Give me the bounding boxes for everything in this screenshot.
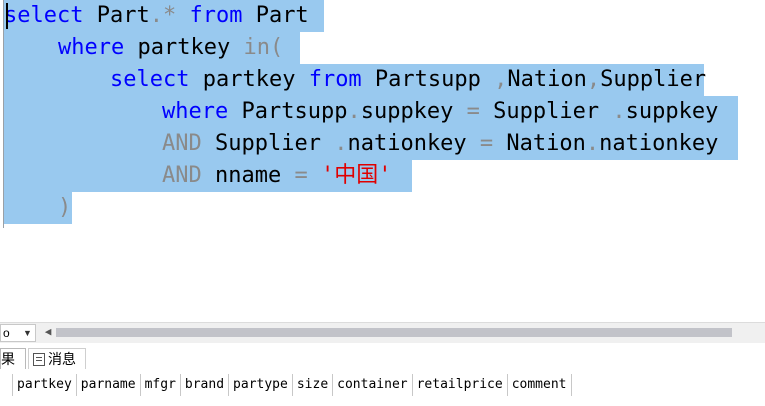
code-token: suppkey <box>625 99 719 124</box>
column-header-parname[interactable]: parname <box>77 374 141 396</box>
code-line-7[interactable]: ) <box>4 192 72 224</box>
code-token: select <box>110 67 190 92</box>
code-token: Nation <box>507 67 587 92</box>
grid-header-row: partkey parname mfgr brand partype size contai… <box>0 374 572 398</box>
results-tabs: 果 消息 <box>0 346 765 370</box>
code-token: = <box>453 99 480 124</box>
column-header-partype[interactable]: partype <box>229 374 293 396</box>
code-token: . <box>347 99 361 124</box>
message-icon <box>33 353 45 366</box>
code-token: AND <box>162 163 202 188</box>
code-line-2[interactable]: where partkey in( <box>4 32 300 64</box>
row-header-corner[interactable] <box>0 374 13 396</box>
code-token: nationkey <box>347 131 467 156</box>
code-token: in( <box>230 35 284 60</box>
code-token: = <box>281 163 308 188</box>
code-token: , <box>480 67 508 92</box>
code-line-1[interactable]: select Part.* from Part <box>4 0 324 32</box>
code-line-3[interactable]: select partkey from Partsupp ,Nation,Sup… <box>4 64 707 96</box>
column-header-container[interactable]: container <box>333 374 413 396</box>
code-token: partkey <box>189 67 296 92</box>
code-token: Part <box>242 3 309 28</box>
column-header-retailprice[interactable]: retailprice <box>413 374 508 396</box>
code-token: Supplier <box>600 67 707 92</box>
chevron-down-icon[interactable]: ▼ <box>23 325 32 341</box>
code-token: Partsupp <box>228 99 348 124</box>
code-token: . <box>585 131 600 156</box>
code-token: from <box>295 67 362 92</box>
code-line-5[interactable]: AND Supplier .nationkey = Nation.nationk… <box>4 128 738 160</box>
code-token: where <box>162 99 229 124</box>
tab-results[interactable]: 果 <box>0 348 26 369</box>
code-token: .* <box>149 3 177 28</box>
horizontal-scrollbar-thumb[interactable] <box>56 328 732 337</box>
code-token: nname <box>201 163 282 188</box>
tab-results-label: 果 <box>1 351 15 367</box>
column-header-size[interactable]: size <box>293 374 334 396</box>
text-caret <box>6 3 8 29</box>
tab-messages-label: 消息 <box>48 351 76 367</box>
column-header-mfgr[interactable]: mfgr <box>141 374 181 396</box>
code-token: Supplier <box>479 99 600 124</box>
code-token: select <box>4 3 84 28</box>
code-token: . <box>599 99 626 124</box>
code-token: where <box>58 35 125 60</box>
code-token: Nation <box>493 131 586 156</box>
sql-editor[interactable]: select Part.* from Part where partkey in… <box>0 0 765 320</box>
results-grid[interactable]: partkey parname mfgr brand partype size contai… <box>0 372 765 406</box>
code-token: Partsupp <box>361 67 481 92</box>
code-token: Supplier <box>201 131 321 156</box>
code-token: . <box>320 131 348 156</box>
code-token: = <box>466 131 494 156</box>
editor-status-row: o ▼ ◀ <box>0 322 765 343</box>
code-token: suppkey <box>360 99 454 124</box>
code-line-4[interactable]: where Partsupp.suppkey = Supplier .suppk… <box>4 96 738 128</box>
code-token: Part <box>83 3 150 28</box>
column-header-comment[interactable]: comment <box>508 374 572 396</box>
code-token: '中国' <box>307 163 392 188</box>
column-header-brand[interactable]: brand <box>181 374 230 396</box>
code-token: AND <box>162 131 202 156</box>
code-token: , <box>586 67 601 92</box>
tab-messages[interactable]: 消息 <box>28 348 86 369</box>
code-token: nationkey <box>599 131 719 156</box>
zoom-dropdown[interactable]: o ▼ <box>0 324 36 342</box>
code-line-6[interactable]: AND nname = '中国' <box>4 160 412 192</box>
code-token: partkey <box>124 35 231 60</box>
scroll-left-icon[interactable]: ◀ <box>42 324 54 340</box>
zoom-value: o <box>3 326 10 340</box>
code-token: ) <box>58 195 72 220</box>
column-header-partkey[interactable]: partkey <box>13 374 77 396</box>
code-token: from <box>176 3 243 28</box>
